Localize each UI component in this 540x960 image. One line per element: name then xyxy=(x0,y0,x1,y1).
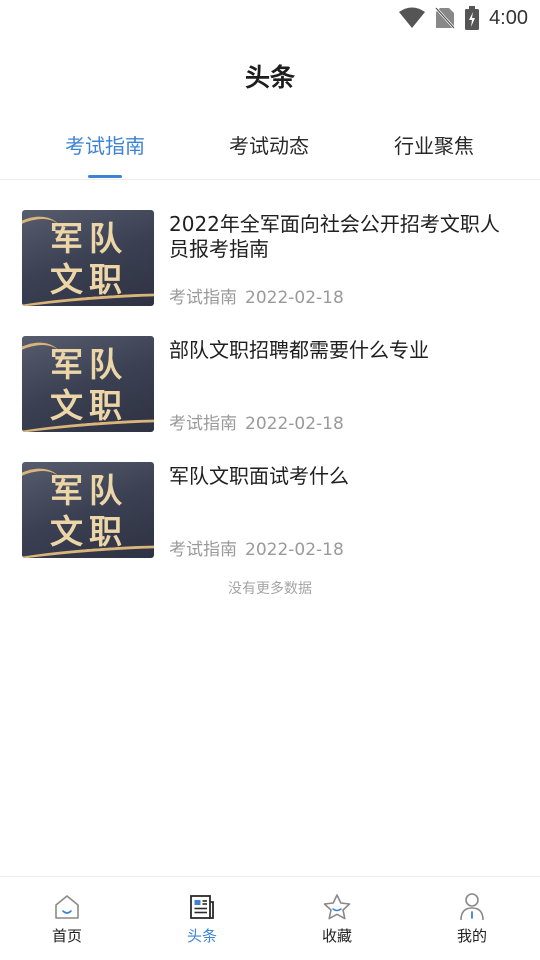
nav-profile-label: 我的 xyxy=(456,927,487,945)
star-icon xyxy=(297,891,377,923)
article-category: 考试指南 xyxy=(169,414,237,434)
article-title: 军队文职面试考什么 xyxy=(169,464,349,488)
article-date: 2022-02-18 xyxy=(245,540,344,560)
article-thumbnail: 军队 文职 xyxy=(22,336,154,432)
article-category: 考试指南 xyxy=(169,540,237,560)
page-title: 头条 xyxy=(244,63,295,92)
tab-exam-guide[interactable]: 考试指南 xyxy=(65,130,145,159)
screen: 4:00 头条 考试指南 考试动态 行业聚焦 军队 文职 2022年全军面向社会公… xyxy=(0,0,540,960)
nav-favorites-label: 收藏 xyxy=(321,927,352,945)
battery-charging-icon xyxy=(465,6,480,30)
bottom-nav: 首页 头条 收藏 我的 xyxy=(0,876,540,960)
list-item[interactable]: 军队 文职 部队文职招聘都需要什么专业 考试指南 2022-02-18 xyxy=(22,336,522,436)
article-meta: 考试指南 2022-02-18 xyxy=(169,535,344,560)
article-date: 2022-02-18 xyxy=(245,414,344,434)
status-bar: 4:00 xyxy=(0,0,540,36)
tab-exam-news[interactable]: 考试动态 xyxy=(229,130,309,159)
article-thumbnail: 军队 文职 xyxy=(22,210,154,306)
nav-home[interactable]: 首页 xyxy=(27,891,107,946)
home-icon xyxy=(27,891,107,923)
wifi-icon xyxy=(399,7,426,29)
nav-news[interactable]: 头条 xyxy=(162,891,242,946)
tab-bar: 考试指南 考试动态 行业聚焦 xyxy=(0,120,540,180)
nav-home-label: 首页 xyxy=(51,927,82,945)
news-icon xyxy=(162,891,242,923)
article-thumbnail: 军队 文职 xyxy=(22,462,154,558)
article-title: 部队文职招聘都需要什么专业 xyxy=(169,338,429,362)
list-item[interactable]: 军队 文职 军队文职面试考什么 考试指南 2022-02-18 xyxy=(22,462,522,562)
list-item[interactable]: 军队 文职 2022年全军面向社会公开招考文职人员报考指南 考试指南 2022-02… xyxy=(22,210,522,310)
nav-news-label: 头条 xyxy=(186,927,217,945)
article-category: 考试指南 xyxy=(169,288,237,308)
tab-indicator xyxy=(88,175,122,178)
nav-favorites[interactable]: 收藏 xyxy=(297,891,377,946)
article-title: 2022年全军面向社会公开招考文职人员报考指南 xyxy=(169,212,500,261)
tab-industry-focus[interactable]: 行业聚焦 xyxy=(394,130,474,159)
status-time: 4:00 xyxy=(489,6,528,29)
article-date: 2022-02-18 xyxy=(245,288,344,308)
no-sim-icon xyxy=(435,7,455,29)
article-meta: 考试指南 2022-02-18 xyxy=(169,283,344,308)
profile-icon xyxy=(432,891,512,923)
list-end-text: 没有更多数据 xyxy=(228,581,312,597)
article-meta: 考试指南 2022-02-18 xyxy=(169,409,344,434)
nav-profile[interactable]: 我的 xyxy=(432,891,512,946)
